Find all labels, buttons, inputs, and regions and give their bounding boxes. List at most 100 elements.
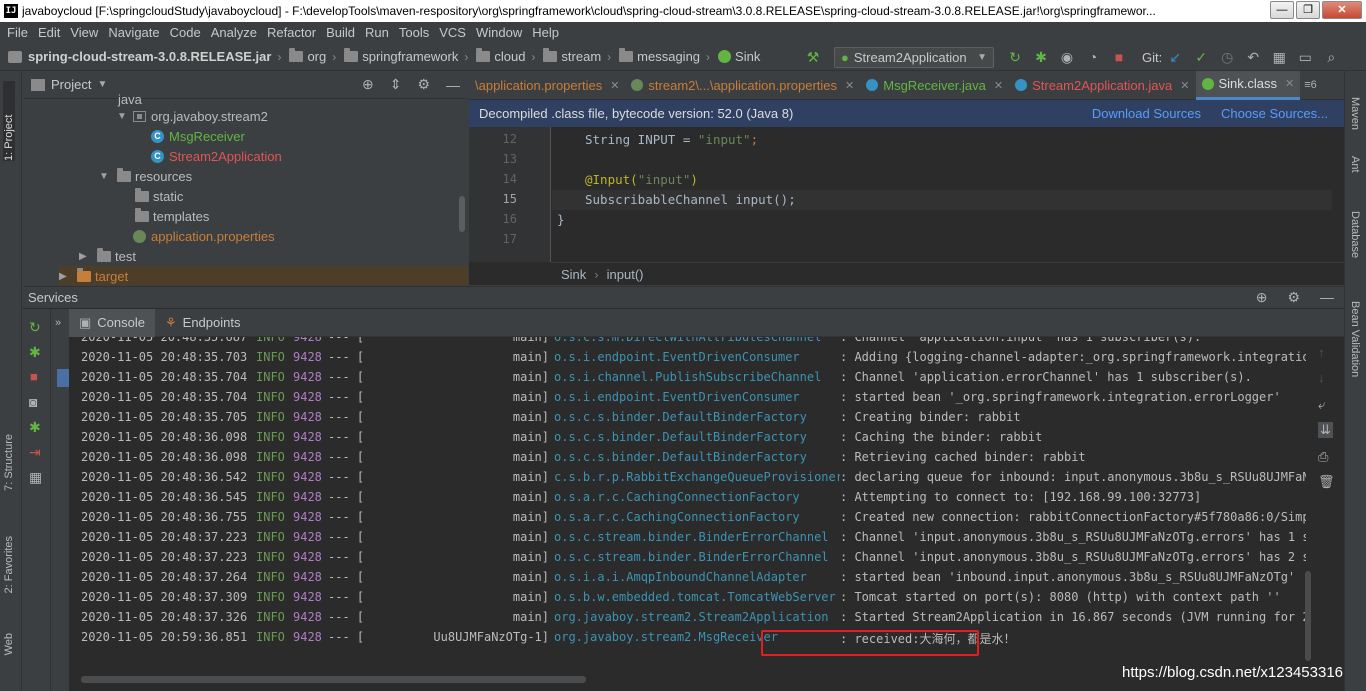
- tab-sink-class[interactable]: Sink.class ✕: [1195, 71, 1301, 100]
- presentation-icon[interactable]: ▭: [1297, 49, 1313, 65]
- tab-console[interactable]: ▣ Console: [69, 308, 155, 337]
- arrow-up-icon[interactable]: ↑: [1318, 345, 1325, 360]
- ant-tool-tab[interactable]: Ant: [1349, 156, 1361, 173]
- close-icon[interactable]: ✕: [994, 79, 1003, 92]
- hide-icon[interactable]: —: [446, 77, 460, 93]
- locate-icon[interactable]: ⊕: [1256, 289, 1268, 306]
- editor-crumb-method[interactable]: input(): [607, 267, 644, 282]
- menu-refactor[interactable]: Refactor: [262, 25, 321, 40]
- locate-icon[interactable]: ⊕: [362, 76, 374, 93]
- menu-vcs[interactable]: VCS: [434, 25, 471, 40]
- code-line-15[interactable]: SubscribableChannel input();: [585, 192, 796, 207]
- maven-tool-tab[interactable]: Maven: [1349, 97, 1361, 130]
- git-commit-icon[interactable]: ✓: [1193, 49, 1209, 65]
- tab-endpoints[interactable]: ⚘ Endpoints: [155, 309, 250, 337]
- tree-node-static[interactable]: static: [133, 186, 183, 206]
- tree-node-stream2application[interactable]: C Stream2Application: [151, 146, 282, 166]
- selected-service-marker[interactable]: [57, 369, 69, 387]
- tree-node-application-properties[interactable]: application.properties: [133, 226, 275, 246]
- breadcrumb-item-org[interactable]: org: [307, 49, 326, 64]
- git-update-icon[interactable]: ↙: [1167, 49, 1183, 65]
- tree-node-package[interactable]: ▼ org.javaboy.stream2: [117, 106, 268, 126]
- gear-icon[interactable]: ⚙: [1287, 289, 1300, 306]
- menu-view[interactable]: View: [65, 25, 103, 40]
- code-line-12[interactable]: String INPUT = "input";: [585, 132, 758, 147]
- close-icon[interactable]: ✕: [1180, 79, 1189, 92]
- exit-icon[interactable]: ⇥: [29, 444, 41, 461]
- menu-build[interactable]: Build: [321, 25, 360, 40]
- menu-file[interactable]: File: [2, 25, 33, 40]
- menu-window[interactable]: Window: [471, 25, 527, 40]
- tab-msgreceiver[interactable]: MsgReceiver.java ✕: [860, 71, 1009, 100]
- git-history-icon[interactable]: ◷: [1219, 49, 1235, 65]
- close-button[interactable]: ✕: [1322, 1, 1362, 19]
- menu-tools[interactable]: Tools: [394, 25, 434, 40]
- breadcrumb-item-springframework[interactable]: springframework: [362, 49, 458, 64]
- breadcrumb-item-messaging[interactable]: messaging: [637, 49, 700, 64]
- close-icon[interactable]: ✕: [845, 79, 854, 92]
- project-panel-title[interactable]: Project: [51, 77, 91, 92]
- expand-icon[interactable]: »: [55, 317, 61, 329]
- tab-overflow-button[interactable]: ≡6: [1304, 79, 1317, 91]
- menu-edit[interactable]: Edit: [33, 25, 65, 40]
- arrow-down-icon[interactable]: ↓: [1318, 370, 1325, 385]
- coverage-icon[interactable]: ◉: [1059, 49, 1075, 65]
- tree-node-templates[interactable]: templates: [133, 206, 209, 226]
- chevron-right-icon[interactable]: ▶: [79, 251, 91, 262]
- run-configuration-select[interactable]: ● Stream2Application ▼: [834, 46, 994, 68]
- tree-node-msgreceiver[interactable]: C MsgReceiver: [151, 126, 245, 146]
- menu-run[interactable]: Run: [360, 25, 394, 40]
- profile-icon[interactable]: ◔: [1085, 49, 1101, 65]
- project-scrollbar[interactable]: [459, 196, 465, 232]
- tree-node-target[interactable]: ▶ target: [59, 266, 468, 285]
- search-everywhere-icon[interactable]: ⌕: [1323, 49, 1339, 65]
- tab-stream2application[interactable]: Stream2Application.java ✕: [1009, 71, 1195, 100]
- breadcrumb-item-stream[interactable]: stream: [561, 49, 601, 64]
- menu-navigate[interactable]: Navigate: [103, 25, 164, 40]
- console-horizontal-scrollbar[interactable]: [81, 676, 586, 683]
- download-sources-link[interactable]: Download Sources: [1092, 106, 1201, 121]
- bean-validation-tool-tab[interactable]: Bean Validation: [1349, 301, 1361, 377]
- menu-code[interactable]: Code: [165, 25, 206, 40]
- tab-stream2-application-properties[interactable]: stream2\...\application.properties ✕: [625, 71, 860, 100]
- stop-icon[interactable]: ■: [30, 369, 38, 384]
- camera-icon[interactable]: ◙: [29, 394, 37, 410]
- choose-sources-link[interactable]: Choose Sources...: [1221, 106, 1328, 121]
- console-vertical-scrollbar[interactable]: [1305, 571, 1311, 661]
- favorites-tool-tab[interactable]: 2: Favorites: [3, 536, 15, 593]
- project-tool-tab[interactable]: 1: Project: [3, 81, 15, 161]
- maximize-button[interactable]: ❐: [1296, 1, 1320, 19]
- build-hammer-icon[interactable]: ⚒: [805, 49, 821, 65]
- minimize-button[interactable]: —: [1270, 1, 1294, 19]
- tab-application-properties[interactable]: \application.properties ✕: [469, 71, 625, 100]
- trash-icon[interactable]: 🗑: [1318, 474, 1335, 490]
- chevron-down-icon[interactable]: ▼: [97, 79, 107, 90]
- debugger-icon[interactable]: ✱: [29, 419, 41, 436]
- print-icon[interactable]: ⎙: [1318, 449, 1328, 465]
- soft-wrap-icon[interactable]: ⤶: [1318, 397, 1325, 413]
- menu-help[interactable]: Help: [527, 25, 564, 40]
- rerun-icon[interactable]: ↻: [29, 319, 41, 336]
- web-tool-tab[interactable]: Web: [3, 633, 15, 655]
- hide-icon[interactable]: —: [1320, 289, 1334, 306]
- tree-node-resources[interactable]: ▼ resources: [99, 166, 192, 186]
- code-line-14[interactable]: @Input("input"): [585, 172, 698, 187]
- rerun-icon[interactable]: ↻: [1007, 49, 1023, 65]
- project-structure-icon[interactable]: ▦: [1271, 49, 1287, 65]
- tree-node-test[interactable]: ▶ test: [79, 246, 136, 266]
- breadcrumb-item-cloud[interactable]: cloud: [494, 49, 525, 64]
- gear-icon[interactable]: ⚙: [417, 76, 430, 93]
- database-tool-tab[interactable]: Database: [1349, 211, 1361, 258]
- layout-icon[interactable]: ▦: [29, 469, 42, 486]
- menu-analyze[interactable]: Analyze: [206, 25, 262, 40]
- stop-icon[interactable]: ■: [1111, 49, 1127, 65]
- close-icon[interactable]: ✕: [1285, 77, 1294, 90]
- chevron-right-icon[interactable]: ▶: [59, 271, 71, 282]
- collapse-all-icon[interactable]: ⇕: [390, 76, 402, 93]
- chevron-down-icon[interactable]: ▼: [117, 111, 129, 122]
- close-icon[interactable]: ✕: [610, 79, 619, 92]
- code-line-16[interactable]: }: [557, 212, 565, 227]
- breadcrumb-jar[interactable]: spring-cloud-stream-3.0.8.RELEASE.jar: [28, 49, 271, 64]
- breadcrumb-item-sink[interactable]: Sink: [735, 49, 760, 64]
- scroll-to-end-icon[interactable]: ⇊: [1318, 422, 1333, 438]
